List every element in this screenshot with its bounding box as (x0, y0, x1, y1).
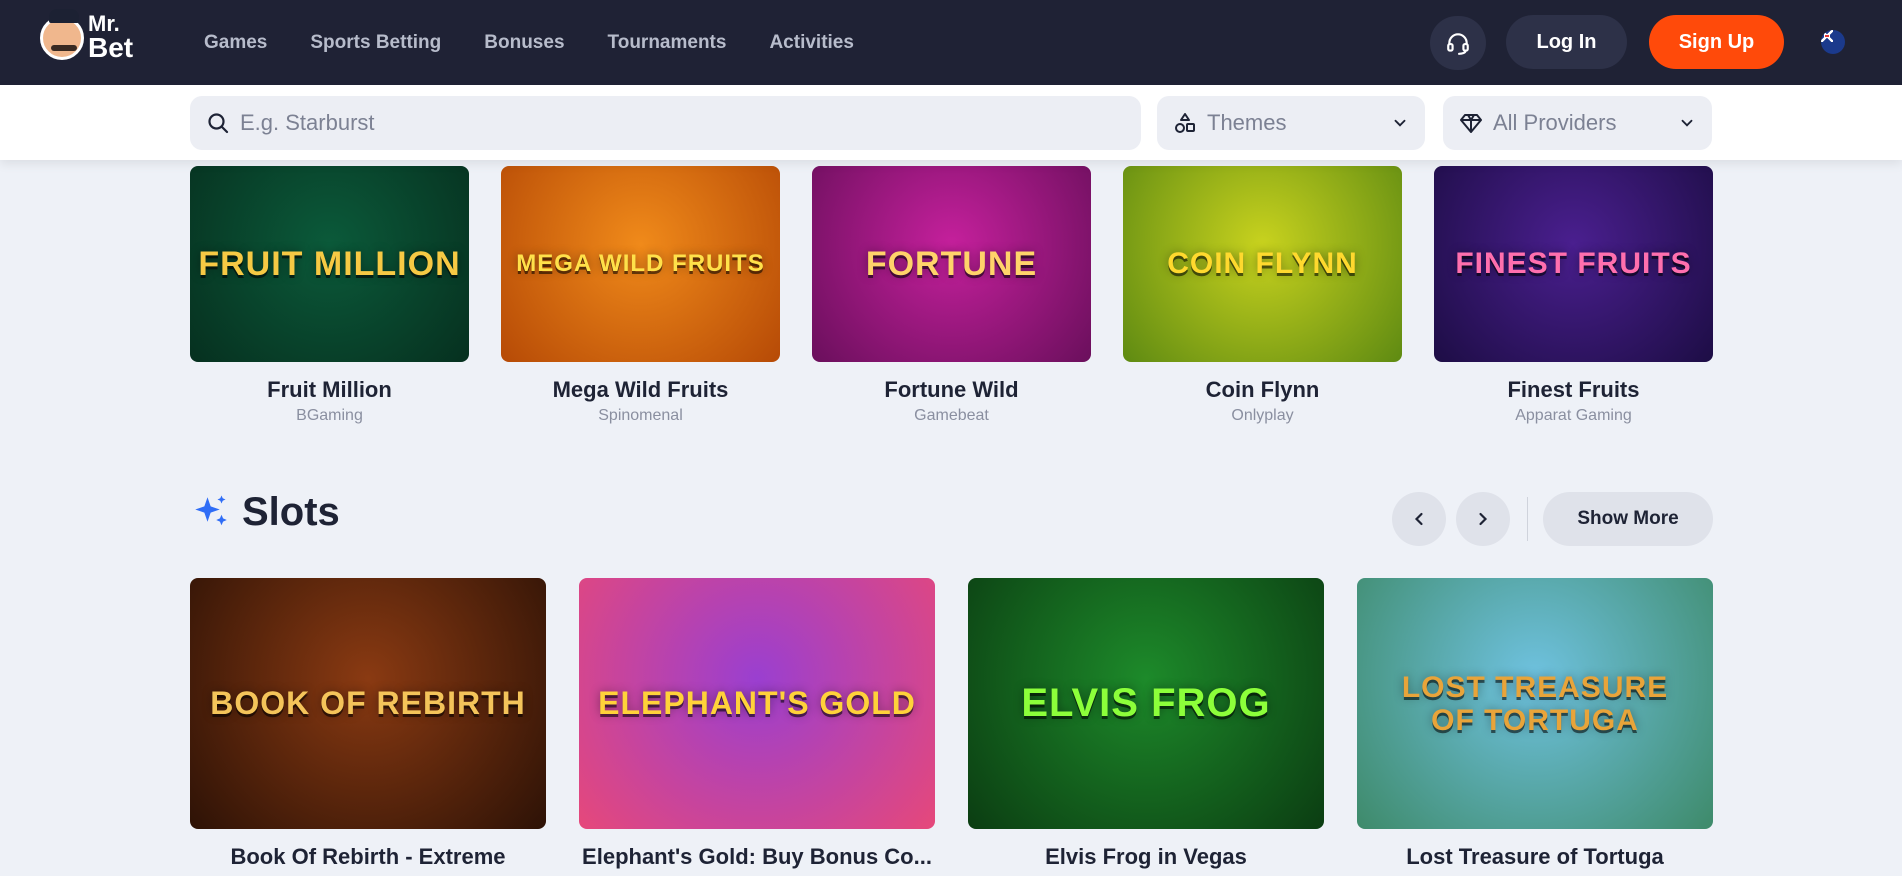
game-name[interactable]: Mega Wild Fruits (501, 377, 780, 403)
support-button[interactable] (1430, 16, 1486, 70)
game-name[interactable]: Elvis Frog in Vegas (968, 844, 1324, 870)
game-art-title: FINEST FRUITS (1455, 247, 1692, 280)
game-card[interactable]: BOOK OF REBIRTH Book Of Rebirth - Extrem… (190, 578, 546, 870)
game-name[interactable]: Book Of Rebirth - Extreme (190, 844, 546, 870)
diamond-icon (1460, 114, 1482, 133)
game-thumbnail[interactable]: ELVIS FROG (968, 578, 1324, 829)
signup-button[interactable]: Sign Up (1649, 15, 1784, 69)
brand-logo[interactable]: Mr. Bet (40, 8, 134, 63)
nav-games[interactable]: Games (204, 32, 267, 54)
game-art-title: COIN FLYNN (1167, 247, 1358, 280)
game-art-title: ELVIS FROG (1021, 681, 1271, 725)
game-thumbnail[interactable]: MEGA WILD FRUITS (501, 166, 780, 362)
game-card[interactable]: ELVIS FROG Elvis Frog in Vegas (968, 578, 1324, 870)
search-box[interactable] (190, 96, 1141, 150)
game-thumbnail[interactable]: FORTUNE (812, 166, 1091, 362)
game-art-title: ELEPHANT'S GOLD (598, 685, 916, 721)
game-card[interactable]: FINEST FRUITS Finest Fruits Apparat Gami… (1434, 166, 1713, 425)
slots-section-header: Slots (190, 490, 340, 535)
section-title: Slots (242, 490, 340, 534)
game-card[interactable]: ELEPHANT'S GOLD Elephant's Gold: Buy Bon… (579, 578, 935, 870)
language-flag-icon[interactable] (1821, 30, 1845, 54)
game-thumbnail[interactable]: COIN FLYNN (1123, 166, 1402, 362)
themes-label: Themes (1207, 110, 1287, 135)
game-thumbnail[interactable]: LOST TREASURE OF TORTUGA (1357, 578, 1713, 829)
shapes-icon (1175, 113, 1195, 133)
nav-sports-betting[interactable]: Sports Betting (310, 32, 441, 54)
game-card[interactable]: MEGA WILD FRUITS Mega Wild Fruits Spinom… (501, 166, 780, 425)
game-provider: Spinomenal (598, 407, 683, 424)
providers-label: All Providers (1493, 110, 1617, 135)
providers-dropdown[interactable]: All Providers (1443, 96, 1712, 150)
filter-bar: Themes All Providers (0, 85, 1902, 160)
game-art-title: BOOK OF REBIRTH (210, 685, 526, 721)
game-thumbnail[interactable]: FRUIT MILLION (190, 166, 469, 362)
search-icon (208, 113, 229, 134)
game-art-title: FRUIT MILLION (198, 244, 461, 283)
game-name[interactable]: Lost Treasure of Tortuga (1357, 844, 1713, 870)
game-provider: Onlyplay (1231, 407, 1294, 424)
game-provider: Apparat Gaming (1515, 407, 1632, 424)
logo-text-line2: Bet (88, 31, 134, 63)
game-provider: BGaming (296, 407, 363, 424)
game-thumbnail[interactable]: BOOK OF REBIRTH (190, 578, 546, 829)
chevron-down-icon (1681, 119, 1693, 127)
featured-games-row: FRUIT MILLION Fruit Million BGaming MEGA… (190, 166, 1713, 426)
login-button[interactable]: Log In (1506, 15, 1627, 69)
nav-tournaments[interactable]: Tournaments (608, 32, 727, 54)
main-nav: Games Sports Betting Bonuses Tournaments… (204, 0, 897, 85)
game-provider: Gamebeat (914, 407, 989, 424)
game-card[interactable]: COIN FLYNN Coin Flynn Onlyplay (1123, 166, 1402, 425)
nav-bonuses[interactable]: Bonuses (484, 32, 564, 54)
chevron-down-icon (1394, 119, 1406, 127)
show-more-button[interactable]: Show More (1543, 492, 1713, 546)
slots-games-row: BOOK OF REBIRTH Book Of Rebirth - Extrem… (190, 578, 1713, 876)
game-name[interactable]: Coin Flynn (1123, 377, 1402, 403)
divider (1527, 497, 1528, 541)
next-button[interactable] (1456, 492, 1510, 546)
game-name[interactable]: Fortune Wild (812, 377, 1091, 403)
game-thumbnail[interactable]: ELEPHANT'S GOLD (579, 578, 935, 829)
game-card[interactable]: FRUIT MILLION Fruit Million BGaming (190, 166, 469, 425)
top-header: Mr. Bet Games Sports Betting Bonuses Tou… (0, 0, 1902, 85)
game-name[interactable]: Finest Fruits (1434, 377, 1713, 403)
nav-activities[interactable]: Activities (769, 32, 853, 54)
game-art-title: LOST TREASURE OF TORTUGA (1401, 670, 1669, 737)
sparkles-icon (195, 495, 227, 525)
game-thumbnail[interactable]: FINEST FRUITS (1434, 166, 1713, 362)
themes-dropdown[interactable]: Themes (1157, 96, 1425, 150)
game-card[interactable]: LOST TREASURE OF TORTUGA Lost Treasure o… (1357, 578, 1713, 870)
headset-icon (1447, 33, 1469, 55)
previous-button[interactable] (1392, 492, 1446, 546)
chevron-right-icon (1479, 512, 1488, 526)
mascot-icon (40, 8, 84, 60)
game-name[interactable]: Elephant's Gold: Buy Bonus Co... (579, 844, 935, 870)
game-art-title: MEGA WILD FRUITS (516, 250, 765, 277)
game-card[interactable]: FORTUNE Fortune Wild Gamebeat (812, 166, 1091, 425)
chevron-left-icon (1414, 512, 1423, 526)
game-art-title: FORTUNE (865, 244, 1038, 283)
game-name[interactable]: Fruit Million (190, 377, 469, 403)
search-input[interactable] (240, 110, 1090, 136)
